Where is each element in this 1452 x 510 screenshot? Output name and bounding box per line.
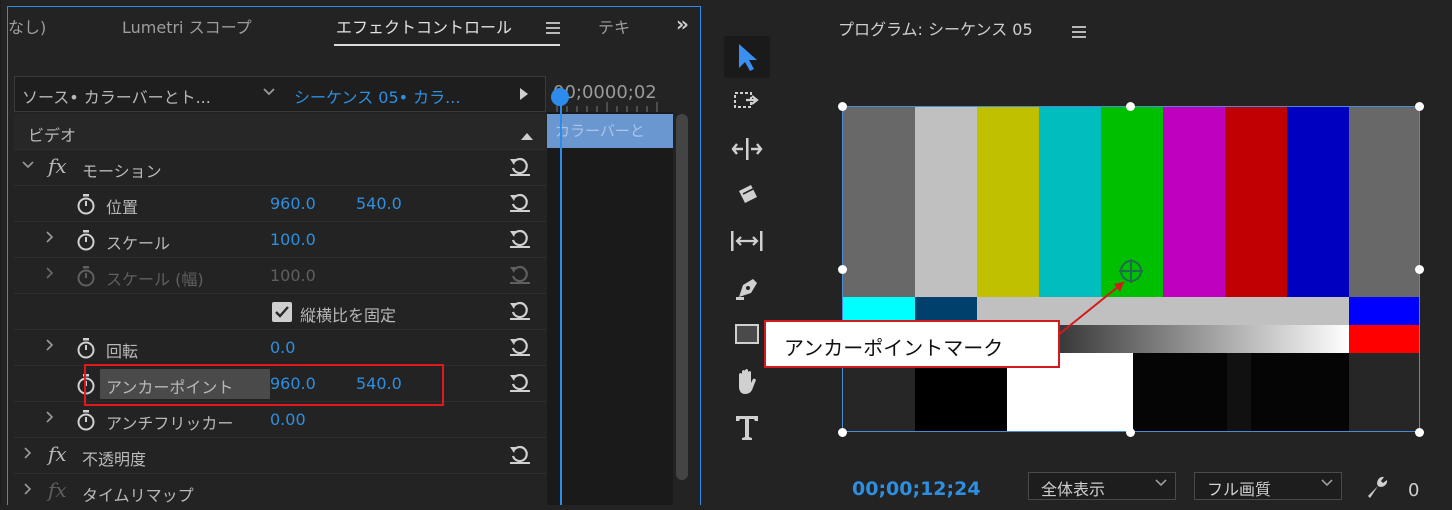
panel-menu-icon[interactable]: [1072, 26, 1086, 38]
reset-icon[interactable]: [508, 298, 532, 322]
property-scale-row: スケール 100.0: [14, 222, 546, 258]
property-rotation-row: 回転 0.0: [14, 330, 546, 366]
reset-icon[interactable]: [508, 334, 532, 358]
track-select-tool-icon[interactable]: [724, 80, 770, 122]
effect-opacity-row[interactable]: fx 不透明度: [14, 438, 546, 474]
transform-handle[interactable]: [1126, 428, 1135, 437]
stopwatch-icon[interactable]: [76, 229, 96, 251]
reset-icon[interactable]: [508, 226, 532, 250]
fx-icon: fx: [48, 442, 67, 466]
transform-handle[interactable]: [1415, 265, 1424, 274]
scale-value[interactable]: 100.0: [270, 230, 316, 249]
property-antiflicker-label: アンチフリッカー: [106, 414, 234, 433]
timeline-clip[interactable]: カラーバーと: [547, 114, 673, 148]
fx-icon: fx: [48, 478, 67, 502]
chevron-down-icon: [1155, 476, 1167, 492]
effect-motion-row[interactable]: fx モーション: [14, 150, 546, 186]
property-scale-width-row: スケール (幅) 100.0: [14, 258, 546, 294]
chevron-down-icon[interactable]: [22, 159, 34, 175]
fx-icon: fx: [48, 154, 67, 178]
chevron-right-icon[interactable]: [22, 483, 34, 499]
position-x-value[interactable]: 960.0: [270, 194, 316, 213]
section-video-label: ビデオ: [28, 126, 77, 145]
source-label[interactable]: ソース• カラーバーとト...: [22, 84, 211, 108]
property-position-row: 位置 960.0 540.0: [14, 186, 546, 222]
program-timecode[interactable]: 00;00;12;24: [852, 478, 981, 500]
anchor-highlight-box: [84, 364, 444, 406]
quality-dropdown-value: フル画質: [1207, 480, 1272, 499]
chevron-right-icon[interactable]: [44, 339, 56, 355]
panel-menu-icon[interactable]: [546, 22, 560, 34]
property-rotation-label: 回転: [106, 342, 139, 361]
transform-handle[interactable]: [1126, 102, 1135, 111]
ripple-edit-tool-icon[interactable]: [724, 128, 770, 170]
stopwatch-icon[interactable]: [76, 337, 96, 359]
active-tab-underline: [334, 44, 560, 46]
tab-lumetri-scopes[interactable]: Lumetri スコープ: [122, 14, 252, 38]
anchor-callout-label: アンカーポイントマーク: [764, 320, 1060, 368]
uniform-scale-checkbox[interactable]: [272, 302, 292, 322]
razor-tool-icon[interactable]: [724, 174, 770, 216]
sequence-label[interactable]: シーケンス 05• カラ...: [294, 84, 460, 108]
zoom-dropdown[interactable]: 全体表示: [1028, 472, 1176, 500]
rotation-value[interactable]: 0.0: [270, 338, 295, 357]
transform-handle[interactable]: [838, 265, 847, 274]
overflow-tabs-icon[interactable]: »: [676, 12, 689, 36]
chevron-right-icon[interactable]: [44, 231, 56, 247]
uniform-scale-label: 縦横比を固定: [300, 306, 397, 325]
tab-effect-controls[interactable]: エフェクトコントロール: [336, 14, 512, 38]
property-position-label: 位置: [106, 198, 139, 217]
collapse-up-icon[interactable]: [520, 126, 534, 145]
chevron-right-icon[interactable]: [22, 447, 34, 463]
chevron-down-icon: [1321, 476, 1333, 492]
type-tool-icon[interactable]: [724, 406, 770, 448]
zoom-dropdown-value: 全体表示: [1041, 480, 1106, 499]
effect-motion-label: モーション: [82, 162, 162, 181]
vertical-scrollbar[interactable]: [676, 114, 688, 480]
section-video-header[interactable]: ビデオ: [14, 114, 546, 150]
property-scale-label: スケール: [106, 234, 171, 253]
playhead-line[interactable]: [560, 94, 562, 505]
position-y-value[interactable]: 540.0: [356, 194, 402, 213]
reset-icon[interactable]: [508, 442, 532, 466]
play-triangle-icon[interactable]: [518, 86, 530, 106]
stopwatch-icon[interactable]: [76, 409, 96, 431]
antiflicker-value[interactable]: 0.00: [270, 410, 306, 429]
slip-tool-icon[interactable]: [724, 220, 770, 262]
tab-text[interactable]: テキ: [598, 14, 630, 38]
transform-handle[interactable]: [838, 428, 847, 437]
property-uniform-scale-row: 縦横比を固定: [14, 294, 546, 330]
chevron-down-icon[interactable]: [262, 84, 276, 102]
wrench-count: 0: [1408, 480, 1420, 501]
transform-handle[interactable]: [1415, 102, 1424, 111]
tab-none[interactable]: なし): [8, 14, 46, 38]
reset-icon[interactable]: [508, 154, 532, 178]
timeline-timecode: 00;0000;02: [553, 82, 657, 103]
chevron-right-icon[interactable]: [44, 267, 56, 283]
transform-handle[interactable]: [1415, 428, 1424, 437]
playhead-handle[interactable]: [551, 88, 569, 106]
property-antiflicker-row: アンチフリッカー 0.00: [14, 402, 546, 438]
effect-time-remap-label: タイムリマップ: [82, 486, 194, 505]
stopwatch-icon: [76, 265, 96, 287]
pen-tool-icon[interactable]: [724, 268, 770, 310]
reset-icon: [508, 262, 532, 286]
effect-opacity-label: 不透明度: [82, 450, 147, 469]
chevron-right-icon[interactable]: [44, 411, 56, 427]
program-monitor-title: プログラム: シーケンス 05: [838, 20, 1033, 39]
reset-icon[interactable]: [508, 370, 532, 394]
wrench-icon[interactable]: [1364, 474, 1390, 504]
reset-icon[interactable]: [508, 190, 532, 214]
transform-handle[interactable]: [838, 102, 847, 111]
selection-tool-icon[interactable]: [724, 36, 770, 78]
stopwatch-icon[interactable]: [76, 193, 96, 215]
scale-width-value: 100.0: [270, 266, 316, 285]
property-scale-width-label: スケール (幅): [106, 270, 204, 289]
quality-dropdown[interactable]: フル画質: [1194, 472, 1342, 500]
